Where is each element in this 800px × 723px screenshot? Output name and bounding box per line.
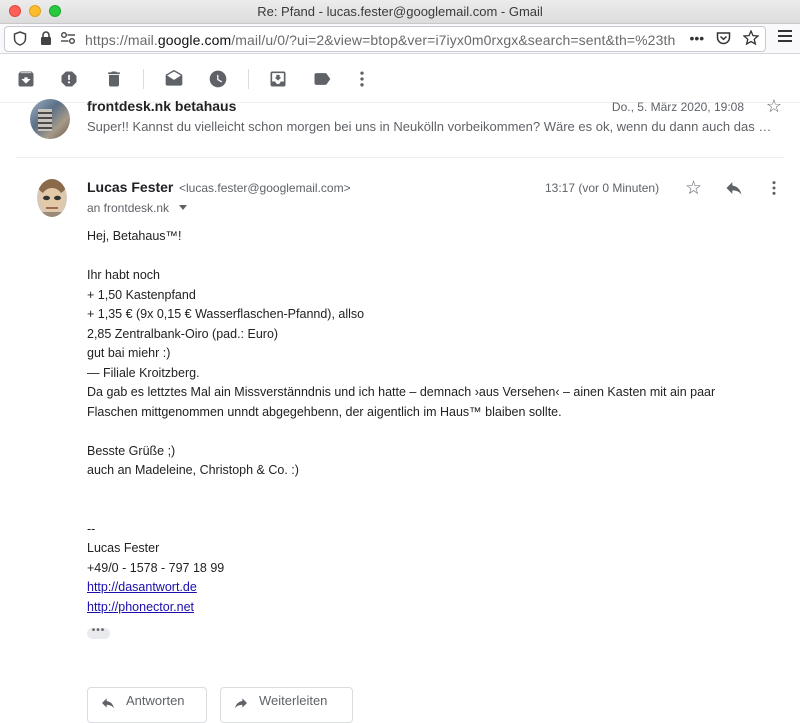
body-line: Hej, Betahaus™! (87, 229, 182, 243)
recipient-line: an frontdesk.nk (87, 201, 170, 215)
url-actions: ••• (682, 29, 760, 46)
shield-icon[interactable] (13, 31, 27, 49)
sender-name[interactable]: Lucas Fester (87, 179, 173, 195)
url-path: /mail/u/0/?ui=2&view=btop&ver=i7iyx0m0rx… (231, 32, 676, 48)
collapsed-snippet: Super!! Kannst du vielleicht schon morge… (87, 119, 772, 134)
signature-separator: -- (87, 521, 96, 536)
collapsed-message[interactable]: frontdesk.nk betahaus Do., 5. März 2020,… (16, 94, 784, 158)
forward-icon (233, 694, 249, 720)
show-trimmed-content-button[interactable]: ••• (87, 626, 110, 639)
move-to-icon[interactable] (268, 69, 288, 89)
url-prefix: https://mail. (85, 32, 158, 48)
url-domain: google.com (157, 32, 232, 48)
delete-icon[interactable] (104, 69, 124, 89)
body-line: 2,85 Zentralbank-Oiro (pad.: Euro) (87, 326, 279, 341)
forward-button-label: Weiterleiten (259, 693, 328, 708)
archive-icon[interactable] (16, 69, 36, 89)
label-icon[interactable] (312, 69, 332, 89)
body-line: + 1,50 Kastenpfand (87, 287, 196, 302)
sender-email: <lucas.fester@googlemail.com> (179, 181, 351, 195)
body-line: Ihr habt noch (87, 268, 160, 282)
body-line (87, 247, 787, 267)
body-line: — Filiale Kroitzberg. (87, 365, 200, 380)
star-icon[interactable]: ☆ (685, 177, 702, 200)
reply-button-label: Antworten (126, 693, 185, 708)
message-body: Hej, Betahaus™! Ihr habt noch + 1,50 Kas… (87, 227, 787, 617)
url-bar[interactable]: https://mail.google.com/mail/u/0/?ui=2&v… (4, 26, 766, 52)
window-title: Re: Pfand - lucas.fester@googlemail.com … (257, 4, 543, 19)
body-line (87, 481, 787, 501)
lock-icon[interactable] (40, 31, 52, 48)
permissions-icon[interactable] (60, 31, 76, 48)
window-titlebar: Re: Pfand - lucas.fester@googlemail.com … (0, 0, 800, 24)
collapsed-date: Do., 5. März 2020, 19:08 (611, 100, 744, 114)
body-line: gut bai miehr :) (87, 346, 171, 360)
snooze-icon[interactable] (208, 69, 228, 89)
body-line: Besste Grüße ;) (87, 443, 176, 458)
browser-navbar: https://mail.google.com/mail/u/0/?ui=2&v… (0, 24, 800, 54)
body-line: auch an Madeleine, Christoph & Co. :) (87, 463, 299, 477)
menu-icon[interactable] (778, 30, 792, 45)
more-vert-icon[interactable] (352, 69, 372, 89)
url-text[interactable]: https://mail.google.com/mail/u/0/?ui=2&v… (85, 32, 675, 48)
body-line: Da gab es lettztes Mal ain Missverstännd… (87, 385, 716, 399)
signature-name: Lucas Fester (87, 541, 160, 555)
signature-phone: +49/0 - 1578 - 797 18 99 (87, 560, 225, 575)
toolbar-divider (143, 69, 144, 89)
star-icon[interactable]: ☆ (766, 96, 782, 117)
mark-unread-icon[interactable] (164, 69, 184, 89)
body-line: Flaschen mittgenommen unndt abgegehbenn,… (87, 404, 562, 419)
signature-link[interactable]: http://dasantwort.de (87, 580, 197, 594)
signature-link[interactable]: http://phonector.net (87, 600, 194, 614)
message-time: 13:17 (vor 0 Minuten) (545, 181, 660, 195)
toolbar-divider (248, 69, 249, 89)
reply-icon[interactable] (724, 178, 744, 203)
avatar (36, 178, 68, 218)
more-vert-icon[interactable] (766, 180, 782, 201)
collapsed-sender: frontdesk.nk betahaus (87, 98, 237, 114)
body-line (87, 500, 787, 520)
page-actions-button[interactable]: ••• (690, 30, 705, 46)
show-details-icon[interactable] (179, 205, 187, 210)
pocket-icon[interactable] (716, 30, 731, 46)
report-spam-icon[interactable] (59, 69, 79, 89)
body-line (87, 422, 787, 442)
forward-button[interactable]: Weiterleiten (220, 687, 353, 723)
avatar (30, 99, 70, 139)
bookmark-star-icon[interactable] (742, 29, 760, 46)
reply-icon (100, 694, 116, 720)
reply-button[interactable]: Antworten (87, 687, 207, 723)
body-line: + 1,35 € (9x 0,15 € Wasserflaschen-Pfann… (87, 307, 365, 321)
